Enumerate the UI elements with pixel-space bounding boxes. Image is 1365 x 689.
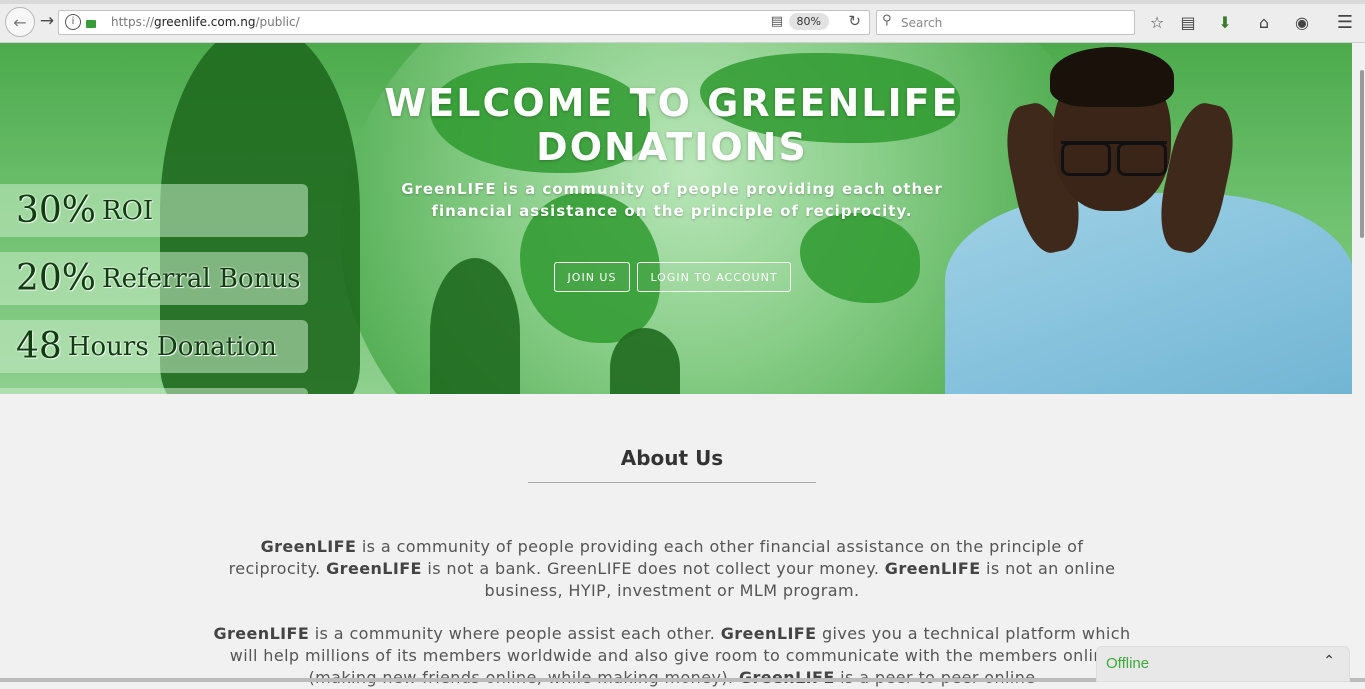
back-button[interactable]: ← — [5, 7, 35, 37]
lock-icon[interactable] — [86, 20, 96, 28]
search-icon: ⚲ — [882, 13, 892, 28]
brand-name: GreenLIFE — [260, 537, 357, 556]
offline-chat-widget[interactable]: Offline ⌃ — [1096, 646, 1350, 682]
chevron-up-icon[interactable]: ⌃ — [1323, 653, 1335, 669]
arrow-left-icon: ← — [13, 12, 27, 32]
brand-name: GreenLIFE — [884, 559, 981, 578]
scrollbar-thumb[interactable] — [1360, 70, 1364, 238]
url-bar[interactable]: i https://greenlife.com.ng/public/ ▤ 80%… — [58, 10, 870, 35]
download-icon[interactable]: ⬇ — [1215, 12, 1235, 32]
search-input[interactable] — [899, 13, 1128, 32]
login-button[interactable]: LOGIN TO ACCOUNT — [637, 262, 791, 292]
referral-banner: 20% Referral Bonus — [0, 252, 308, 305]
brand-name: GreenLIFE — [326, 559, 422, 578]
browser-toolbar: ← → i https://greenlife.com.ng/public/ ▤… — [0, 0, 1365, 43]
reader-view-icon[interactable]: ▤ — [771, 14, 783, 29]
url-text: https://greenlife.com.ng/public/ — [111, 15, 300, 29]
about-paragraph-1: GreenLIFE is a community of people provi… — [228, 537, 1116, 600]
tab-strip — [0, 0, 1365, 4]
search-bar[interactable]: ⚲ — [876, 10, 1135, 35]
arrow-right-icon: → — [39, 11, 55, 31]
hero-title: WELCOME TO GREENLIFE DONATIONS — [384, 81, 960, 169]
forward-button[interactable]: → — [35, 9, 59, 33]
roi-banner: 30% ROI — [0, 184, 308, 237]
about-title: About Us — [620, 446, 724, 470]
pocket-icon[interactable]: ◉ — [1292, 12, 1312, 32]
menu-icon[interactable]: ☰ — [1335, 12, 1355, 33]
reload-icon[interactable]: ↻ — [848, 12, 861, 30]
brand-name: GreenLIFE — [720, 624, 817, 643]
join-us-button[interactable]: JOIN US — [554, 262, 630, 292]
banner-edge — [0, 388, 308, 394]
info-icon[interactable]: i — [65, 14, 81, 30]
divider — [528, 482, 816, 483]
chat-status-label: Offline — [1106, 655, 1150, 672]
donation-banner: 48 Hours Donation — [0, 320, 308, 373]
hero-section: 30% ROI 20% Referral Bonus 48 Hours Donatio… — [0, 43, 1352, 394]
brand-name: GreenLIFE — [213, 624, 310, 643]
zoom-indicator[interactable]: 80% — [788, 13, 829, 30]
bookmark-star-icon[interactable]: ☆ — [1147, 12, 1167, 32]
bookmarks-list-icon[interactable]: ▤ — [1178, 12, 1198, 32]
hero-subtitle: GreenLIFE is a community of people provi… — [401, 180, 943, 220]
home-icon[interactable]: ⌂ — [1254, 12, 1274, 32]
